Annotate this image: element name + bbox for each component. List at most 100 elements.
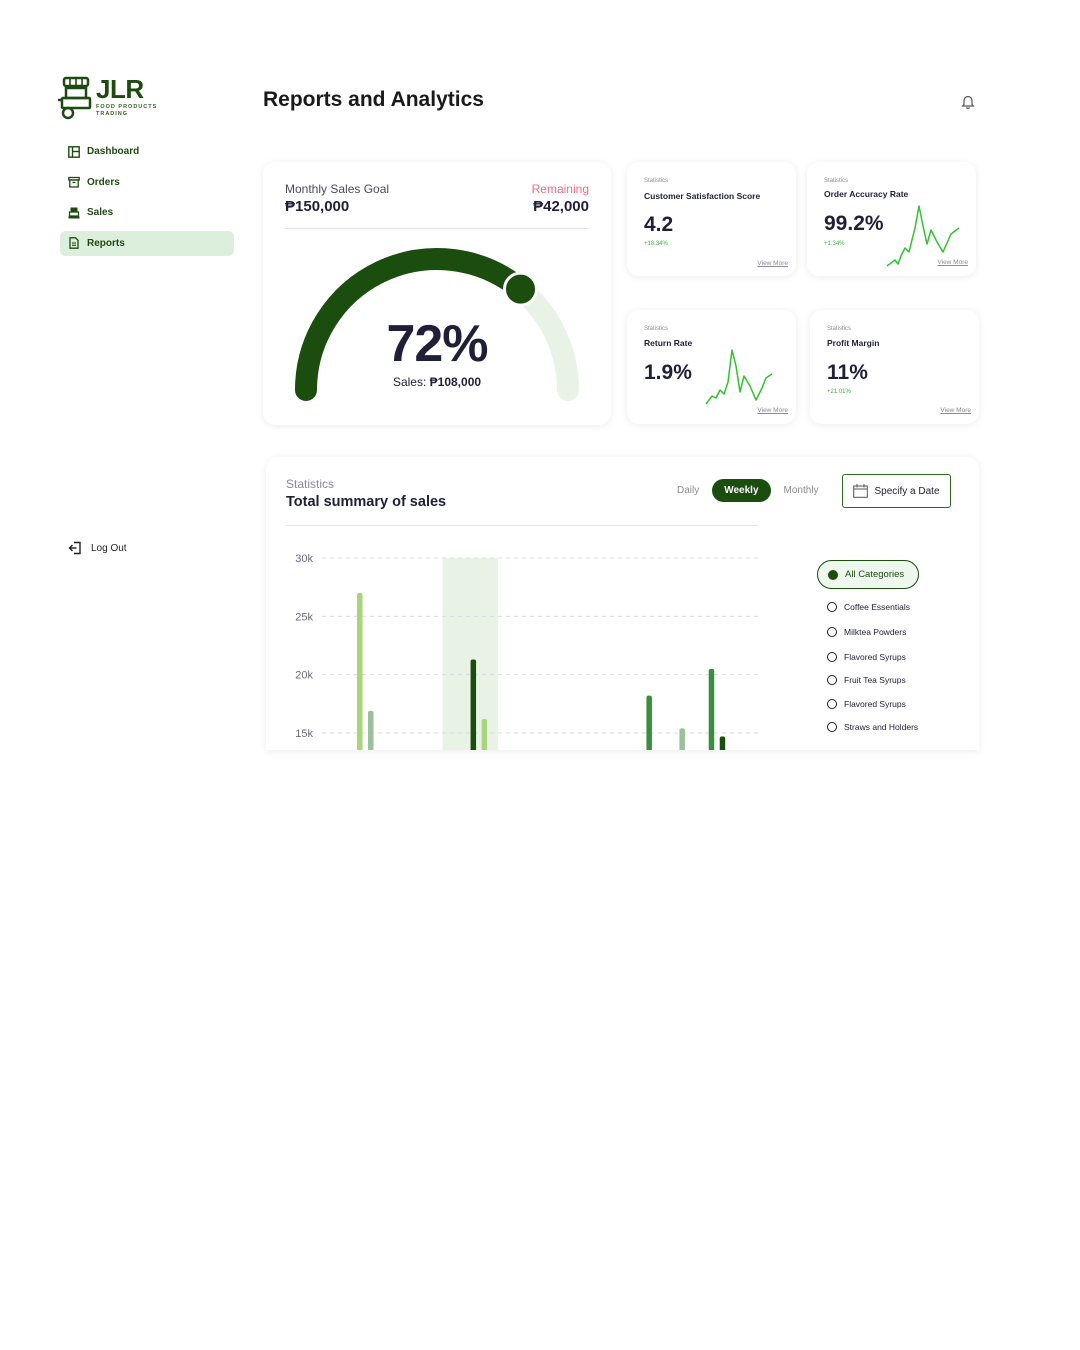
category-label: Coffee Essentials <box>844 602 910 612</box>
radio-icon <box>827 627 837 637</box>
category-option[interactable]: Fruit Tea Syrups <box>817 675 977 685</box>
radio-icon <box>827 675 837 685</box>
category-option[interactable]: Flavored Syrups <box>817 652 977 662</box>
brand-tagline-line2: TRADING <box>96 111 129 117</box>
chart-bar <box>646 695 652 750</box>
goal-sales-value: ₱108,000 <box>429 375 482 389</box>
view-more-link[interactable]: View More <box>937 259 968 266</box>
logout-label: Log Out <box>91 542 127 554</box>
chart-bar <box>679 728 685 750</box>
sidebar-nav: Dashboard Orders Sales Reports <box>60 139 234 261</box>
summary-caption: Statistics <box>286 477 335 491</box>
category-label: Fruit Tea Syrups <box>844 675 906 685</box>
radio-icon <box>827 699 837 709</box>
category-option[interactable]: Milktea Powders <box>817 627 977 637</box>
stat-change: +18.34% <box>644 241 668 247</box>
radio-icon <box>827 722 837 732</box>
view-more-link[interactable]: View More <box>757 407 788 414</box>
radio-selected-icon <box>828 569 838 580</box>
stat-change: +1.34% <box>824 241 845 247</box>
sidebar-item-label: Reports <box>87 237 125 249</box>
bell-icon <box>961 95 975 109</box>
logout-icon <box>68 541 81 555</box>
goal-sales: Sales: ₱108,000 <box>263 375 611 389</box>
stat-value: 99.2% <box>824 212 884 235</box>
period-tabs: Daily Weekly Monthly <box>668 479 832 502</box>
y-tick-label: 20k <box>295 670 313 682</box>
stat-change: +21.01% <box>827 389 851 395</box>
stat-caption: Statistics <box>824 178 849 184</box>
sidebar-item-label: Orders <box>87 176 120 188</box>
food-cart-icon <box>58 76 92 120</box>
stat-title: Customer Satisfaction Score <box>644 191 761 201</box>
remaining-label: Remaining <box>531 182 589 196</box>
goal-divider <box>285 228 589 229</box>
radio-icon <box>827 602 837 612</box>
stat-value: 11% <box>827 361 868 384</box>
radio-icon <box>827 652 837 662</box>
category-option[interactable]: Coffee Essentials <box>817 602 977 612</box>
remaining-value: ₱42,000 <box>533 198 589 215</box>
category-all[interactable]: All Categories <box>817 560 919 589</box>
sparkline <box>705 349 773 405</box>
view-more-link[interactable]: View More <box>757 260 788 267</box>
category-option[interactable]: Straws and Holders <box>817 722 977 732</box>
goal-value: ₱150,000 <box>285 198 350 215</box>
stat-caption: Statistics <box>827 326 852 332</box>
tab-monthly[interactable]: Monthly <box>775 479 828 502</box>
layout-icon <box>68 145 80 158</box>
brand-logo: JLR FOOD PRODUCTS TRADING <box>58 74 168 120</box>
stat-caption: Statistics <box>644 326 669 332</box>
y-tick-label: 25k <box>295 611 313 623</box>
highlight-band <box>442 558 498 750</box>
sidebar-item-dashboard[interactable]: Dashboard <box>60 139 234 164</box>
specify-date-button[interactable]: Specify a Date <box>842 474 951 508</box>
box-icon <box>68 176 80 188</box>
csat-card: Statistics Customer Satisfaction Score 4… <box>627 162 796 276</box>
sidebar-item-orders[interactable]: Orders <box>60 170 234 195</box>
chart-bar <box>357 593 363 750</box>
sales-bar-chart: 30k25k20k15k10k5k <box>295 553 758 750</box>
category-label: Flavored Syrups <box>844 699 906 709</box>
chart-bar <box>708 668 715 750</box>
register-icon <box>68 207 80 218</box>
brand-name: JLR <box>96 74 144 104</box>
profit-margin-card: Statistics Profit Margin 11% +21.01% Vie… <box>810 310 979 424</box>
category-filter: All Categories Coffee Essentials Milktea… <box>817 560 977 732</box>
brand-tagline-line1: FOOD PRODUCTS <box>96 104 158 110</box>
calendar-icon <box>853 484 869 498</box>
gauge-knob <box>503 271 538 307</box>
tab-weekly[interactable]: Weekly <box>712 479 771 502</box>
page-title: Reports and Analytics <box>263 88 484 111</box>
specify-date-label: Specify a Date <box>874 485 940 497</box>
category-label: All Categories <box>845 569 905 580</box>
view-more-link[interactable]: View More <box>940 407 971 414</box>
category-label: Straws and Holders <box>844 722 919 732</box>
return-rate-card: Statistics Return Rate 1.9% View More <box>627 310 796 424</box>
chart-bar <box>719 736 726 750</box>
sidebar-item-sales[interactable]: Sales <box>60 200 234 225</box>
notification-button[interactable] <box>961 94 975 114</box>
stat-title: Order Accuracy Rate <box>824 189 909 199</box>
category-label: Flavored Syrups <box>844 652 906 662</box>
sidebar-item-label: Sales <box>87 207 114 218</box>
sales-summary-card: Statistics Total summary of sales Daily … <box>266 457 979 750</box>
chart-bar <box>470 659 477 750</box>
order-accuracy-card: Statistics Order Accuracy Rate 99.2% +1.… <box>807 162 976 276</box>
stat-value: 1.9% <box>644 361 692 384</box>
tab-daily[interactable]: Daily <box>668 479 708 502</box>
goal-label: Monthly Sales Goal <box>285 182 390 196</box>
summary-divider <box>286 525 758 526</box>
sidebar-item-label: Dashboard <box>87 146 140 157</box>
category-option[interactable]: Flavored Syrups <box>817 699 977 709</box>
stat-value: 4.2 <box>644 213 674 236</box>
goal-sales-label: Sales: <box>392 375 427 389</box>
sidebar-item-reports[interactable]: Reports <box>60 230 234 256</box>
logout-button[interactable]: Log Out <box>68 541 127 555</box>
summary-title: Total summary of sales <box>286 494 447 510</box>
y-tick-label: 15k <box>295 728 313 740</box>
brand-tagline: FOOD PRODUCTS TRADING <box>96 104 157 118</box>
sales-goal-card: Monthly Sales Goal ₱150,000 Remaining ₱4… <box>263 162 611 425</box>
document-icon <box>69 237 79 249</box>
chart-bar <box>368 710 374 750</box>
